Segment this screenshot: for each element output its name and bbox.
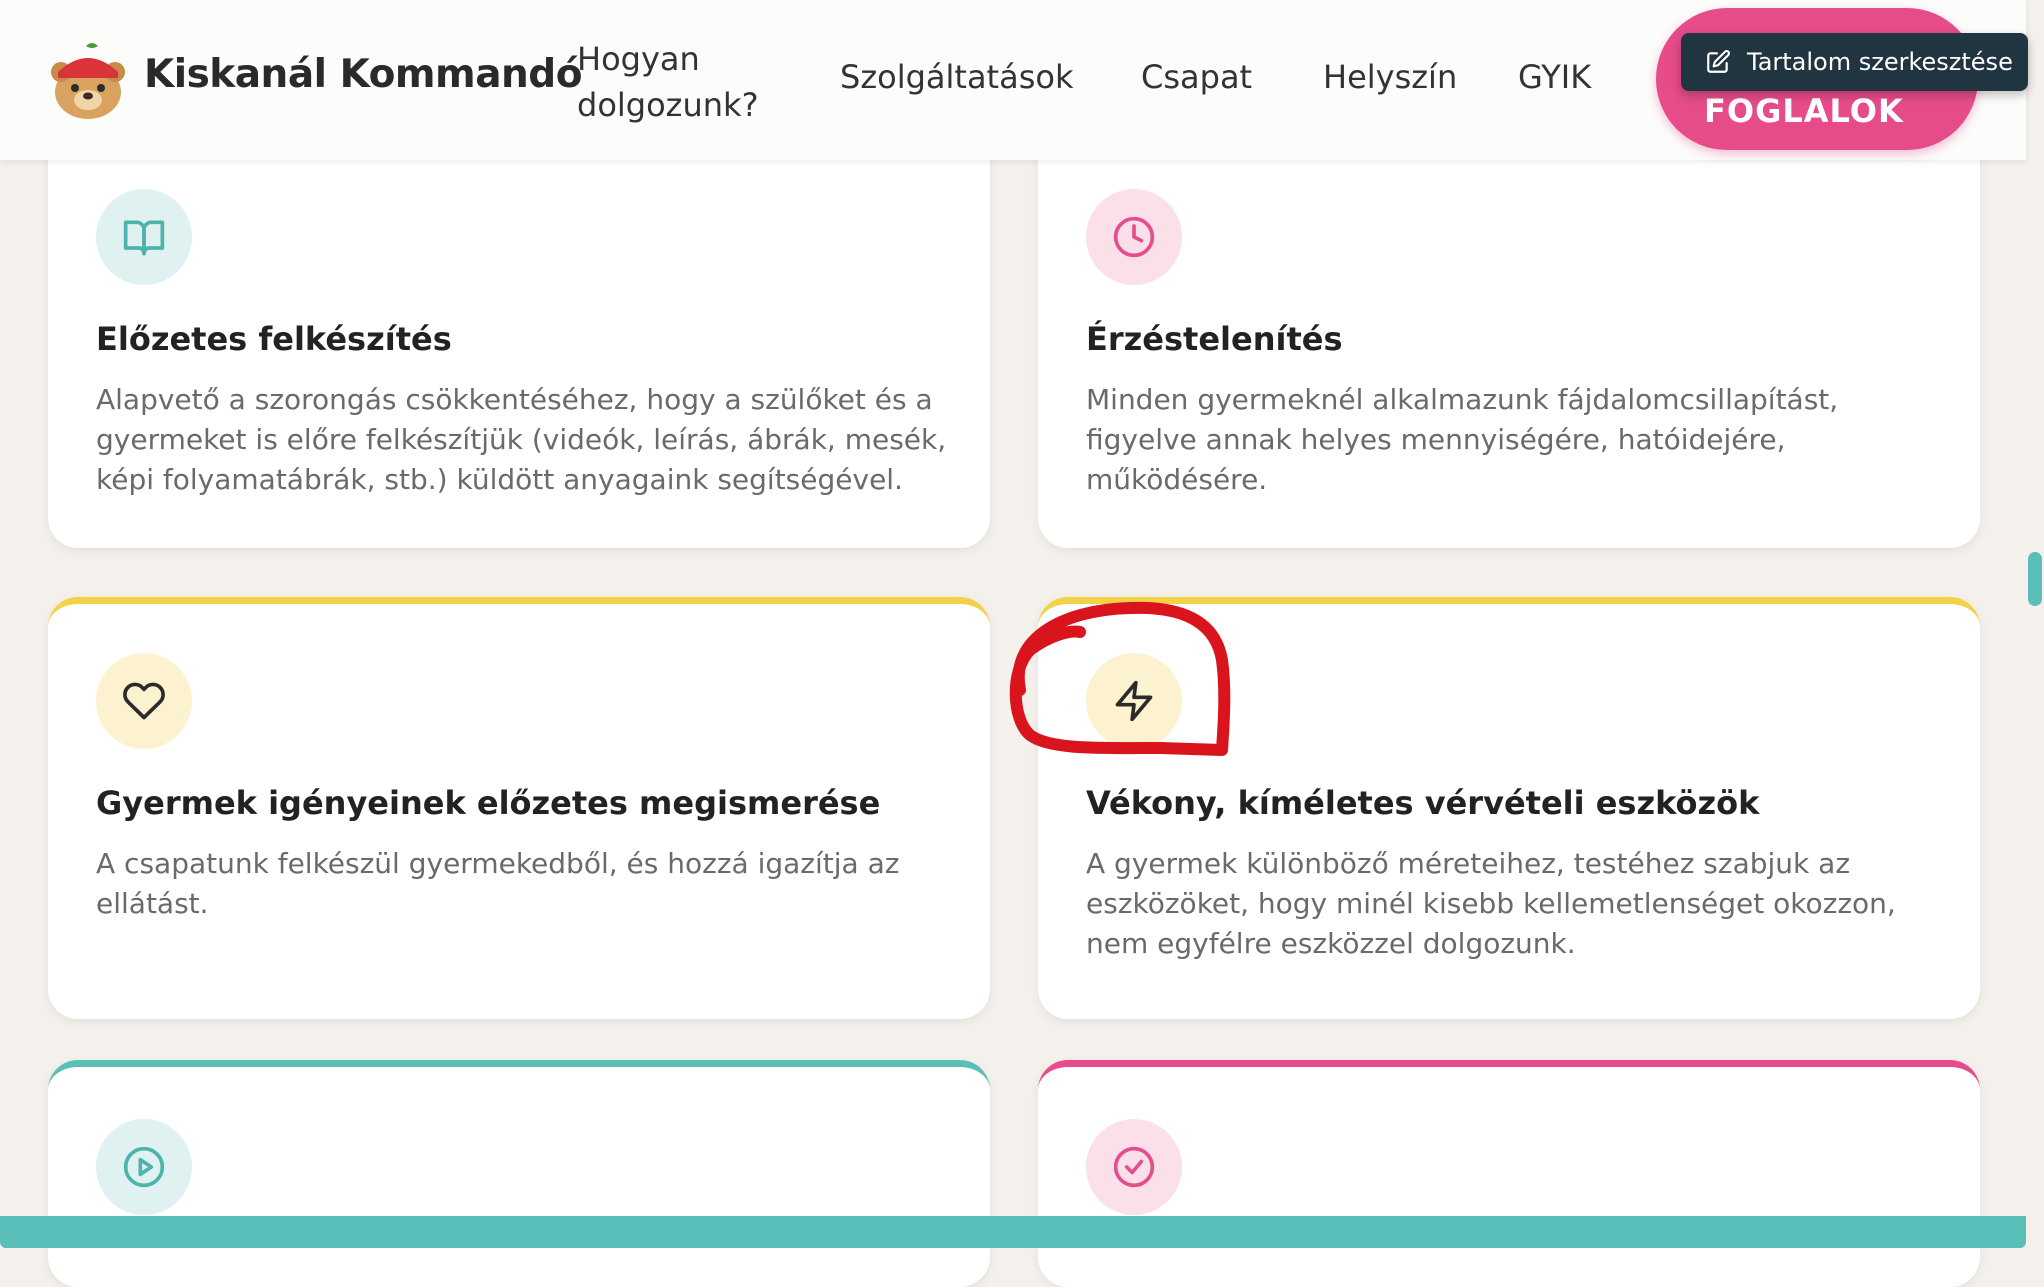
clock-icon [1113,216,1155,258]
card-title: Előzetes felkészítés [96,320,452,358]
feature-card-anesthesia: Érzéstelenítés Minden gyermeknél alkalma… [1038,100,1980,548]
card-icon-wrapper [96,189,192,285]
check-circle-icon [1113,1146,1155,1188]
heart-icon [123,682,165,720]
horizontal-scrollbar[interactable] [0,1216,2026,1248]
edit-icon [1707,50,1730,73]
edit-content-label: Tartalom szerkesztése [1747,48,2013,76]
nav-team[interactable]: Csapat [1141,58,1252,96]
nav-faq[interactable]: GYIK [1518,58,1591,96]
play-circle-icon [123,1146,165,1188]
edit-content-button[interactable]: Tartalom szerkesztése [1681,33,2028,91]
feature-card-child-needs: Gyermek igényeinek előzetes megismerése … [48,597,990,1019]
nav-services[interactable]: Szolgáltatások [840,58,1073,96]
brand-name[interactable]: Kiskanál Kommandó [144,52,582,97]
card-icon-wrapper [1086,189,1182,285]
nav-location[interactable]: Helyszín [1323,58,1457,96]
feature-card-thin-tools: Vékony, kíméletes vérvételi eszközök A g… [1038,597,1980,1019]
card-title: Érzéstelenítés [1086,320,1343,358]
card-text: A csapatunk felkészül gyermekedből, és h… [96,847,900,920]
nav-how-line2: dolgozunk? [577,86,759,124]
card-icon-wrapper [1086,653,1182,749]
book-button-label: FOGLALOK [1704,92,1904,130]
card-icon-wrapper [96,653,192,749]
site-header: Kiskanál Kommandó Hogyan dolgozunk? Szol… [0,0,2028,160]
book-open-icon [123,220,165,256]
card-title: Gyermek igényeinek előzetes megismerése [96,784,881,822]
nav-how-we-work[interactable]: Hogyan dolgozunk? [577,36,759,128]
feature-card-preparation: Előzetes felkészítés Alapvető a szorongá… [48,100,990,548]
card-text: Alapvető a szorongás csökkentéséhez, hog… [96,383,947,496]
lightning-icon [1115,680,1153,722]
card-text: A gyermek különböző méreteihez, testéhez… [1086,847,1896,960]
nav-how-line1: Hogyan [577,40,700,78]
card-text: Minden gyermeknél alkalmazunk fájdalomcs… [1086,383,1839,496]
card-title: Vékony, kíméletes vérvételi eszközök [1086,784,1760,822]
card-icon-wrapper [1086,1119,1182,1215]
vertical-scrollbar-thumb[interactable] [2028,552,2042,606]
feature-card-video [48,1060,990,1287]
card-icon-wrapper [96,1119,192,1215]
bear-logo[interactable] [48,42,128,120]
feature-card-check [1038,1060,1980,1287]
